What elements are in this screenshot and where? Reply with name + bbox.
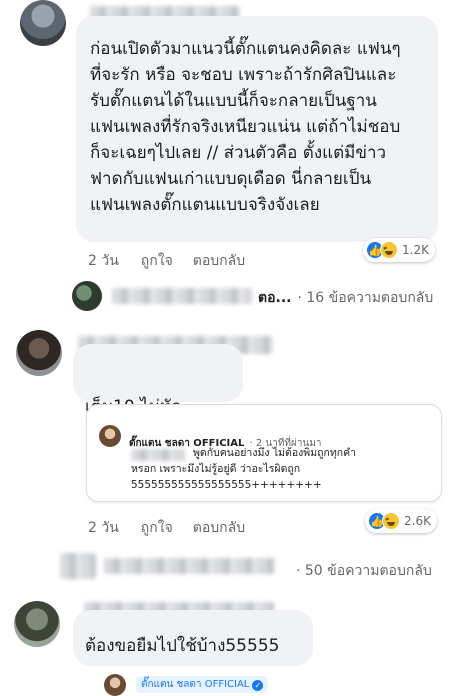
like-button[interactable]: ถูกใจ: [141, 517, 173, 539]
reply-button[interactable]: ตอบกลับ: [193, 250, 245, 272]
page-mention-tag[interactable]: ตั๊กแตน ชลดา OFFICIAL ✓: [136, 676, 269, 693]
blurred-reply-avatar: [60, 553, 96, 579]
comment-bubble: ก่อนเปิดตัวมาแนวนี้ตั๊กแตนคงคิดละ แฟนๆ ท…: [76, 16, 438, 242]
comment-time: 2 วัน: [88, 253, 119, 269]
view-replies-link[interactable]: · 50 ข้อความตอบกลับ: [296, 560, 432, 582]
page-avatar: [104, 674, 126, 696]
avatar[interactable]: [16, 330, 62, 376]
comment-text: ต้องขอยืมไปใช้บ้าง55555: [85, 636, 280, 656]
haha-reaction-icon: [380, 241, 398, 259]
blurred-reply-author: [112, 288, 252, 304]
page-avatar: [99, 425, 121, 447]
comment-time: 2 วัน: [88, 520, 119, 536]
reply-count: · 50 ข้อความตอบกลับ: [296, 563, 432, 579]
reply-avatar[interactable]: [72, 281, 102, 311]
reaction-summary[interactable]: 👍 2.6K: [365, 509, 437, 533]
comment-bubble: เต็ม10 ไม่หัก: [73, 344, 243, 441]
avatar[interactable]: [14, 601, 60, 647]
haha-reaction-icon: [382, 512, 400, 530]
page-reply-text: พูดกับคนอย่างมึง ไม่ต้องพิมถูกทุกคำ หรอก…: [131, 447, 357, 491]
blurred-reply-author: [104, 558, 274, 574]
reply-author-truncated: ตอ...: [258, 290, 292, 306]
comment-actions: 2 วัน ถูกใจ ตอบกลับ: [88, 250, 245, 272]
reaction-summary[interactable]: 👍 1.2K: [363, 238, 435, 262]
like-button[interactable]: ถูกใจ: [141, 250, 173, 272]
reply-count: · 16 ข้อความตอบกลับ: [297, 290, 434, 306]
reaction-count: 2.6K: [404, 514, 431, 528]
avatar[interactable]: [20, 0, 66, 46]
comment-text: ก่อนเปิดตัวมาแนวนี้ตั๊กแตนคงคิดละ แฟนๆ ท…: [90, 39, 401, 215]
verified-badge-icon: ✓: [252, 680, 264, 691]
view-replies-link[interactable]: ตอ... · 16 ข้อความตอบกลับ: [258, 287, 433, 309]
page-reply-screenshot: ตั๊กแตน ชลดา OFFICIAL · 2 นาทีที่ผ่านมา …: [86, 404, 442, 502]
reply-button[interactable]: ตอบกลับ: [193, 517, 245, 539]
reaction-count: 1.2K: [402, 243, 429, 257]
comment-bubble: ต้องขอยืมไปใช้บ้าง55555: [73, 610, 313, 666]
page-mention-name: ตั๊กแตน ชลดา OFFICIAL: [141, 679, 250, 690]
comment-actions: 2 วัน ถูกใจ ตอบกลับ: [88, 517, 245, 539]
